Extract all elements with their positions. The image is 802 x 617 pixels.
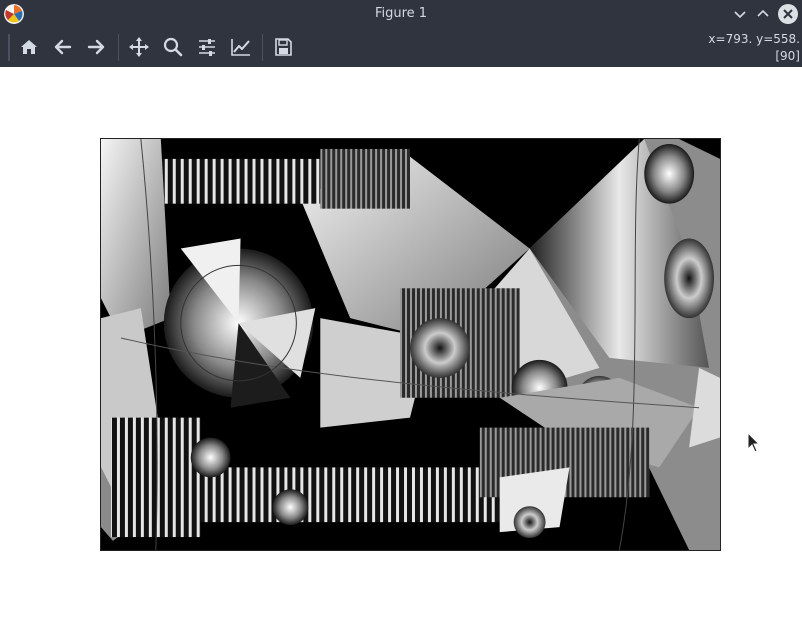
navigation-toolbar: x=793. y=558. [90] bbox=[0, 28, 802, 67]
subplots-button[interactable] bbox=[192, 32, 222, 62]
forward-button[interactable] bbox=[81, 32, 111, 62]
line-chart-icon bbox=[231, 39, 250, 56]
arrow-left-icon bbox=[54, 39, 72, 55]
home-icon bbox=[21, 40, 37, 54]
arrow-right-icon bbox=[87, 39, 105, 55]
toolbar-separator bbox=[118, 34, 119, 61]
title-bar: Figure 1 bbox=[0, 0, 802, 28]
chevron-up-icon bbox=[757, 9, 769, 17]
sliders-icon bbox=[199, 39, 215, 56]
coordinates-value: [90] bbox=[775, 49, 800, 63]
close-icon bbox=[783, 9, 793, 19]
back-button[interactable] bbox=[48, 32, 78, 62]
magnifier-icon bbox=[163, 37, 183, 57]
coordinates-xy: x=793. y=558. bbox=[708, 32, 800, 46]
image-plot[interactable] bbox=[100, 138, 721, 551]
close-button[interactable] bbox=[778, 4, 798, 24]
zoom-button[interactable] bbox=[158, 32, 188, 62]
customize-button[interactable] bbox=[226, 32, 256, 62]
cursor-coordinates: x=793. y=558. [90] bbox=[708, 31, 800, 65]
minimize-button[interactable] bbox=[730, 4, 750, 24]
home-button[interactable] bbox=[14, 32, 44, 62]
maximize-button[interactable] bbox=[753, 4, 773, 24]
chevron-down-icon bbox=[734, 11, 746, 19]
figure-canvas[interactable] bbox=[0, 67, 802, 617]
save-button[interactable] bbox=[268, 32, 298, 62]
toolbar-separator bbox=[262, 34, 263, 61]
mouse-cursor-icon bbox=[747, 432, 761, 453]
move-icon bbox=[129, 37, 149, 57]
toolbar-grip[interactable] bbox=[8, 34, 10, 61]
pan-button[interactable] bbox=[124, 32, 154, 62]
window-title: Figure 1 bbox=[374, 6, 428, 21]
floppy-disk-icon bbox=[275, 38, 292, 56]
